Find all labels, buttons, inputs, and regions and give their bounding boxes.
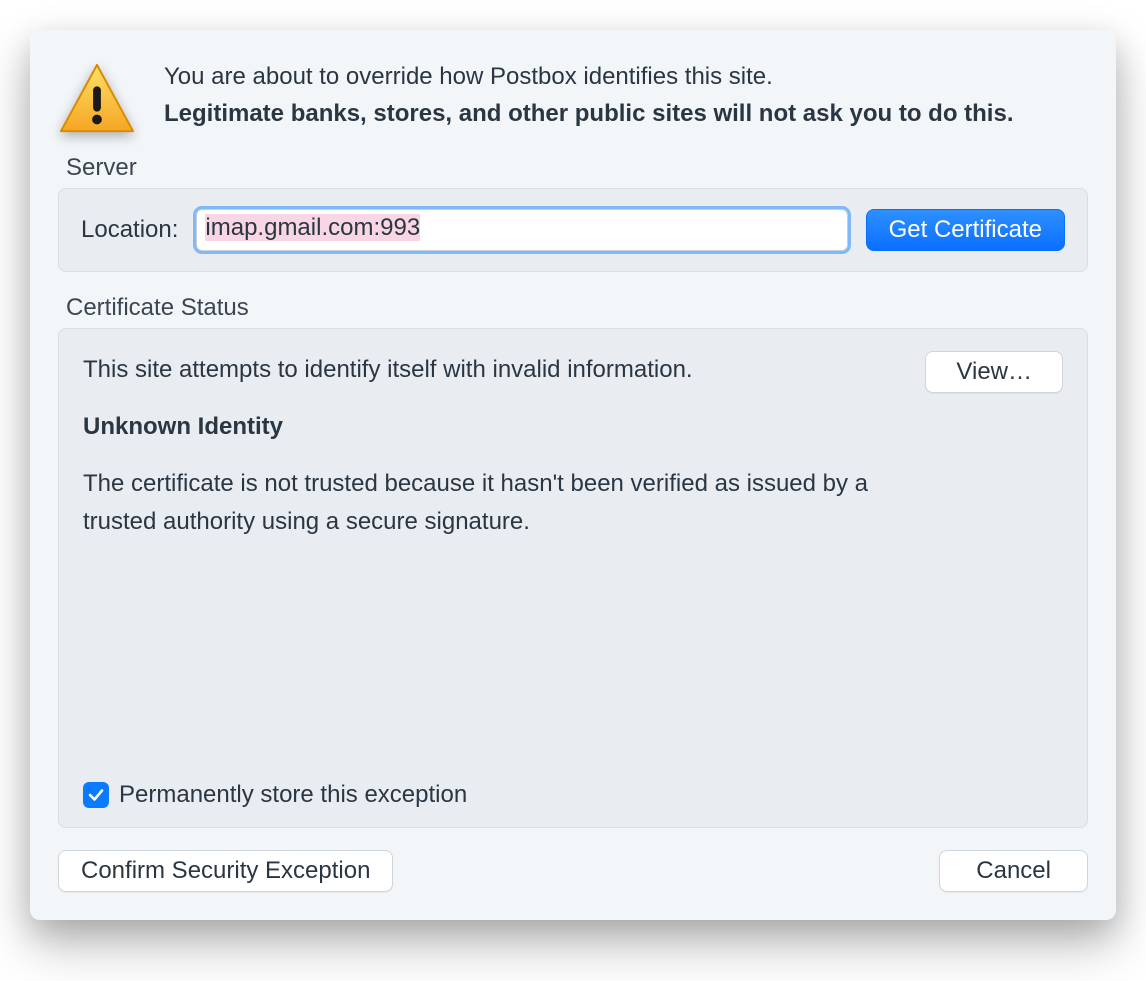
certificate-status-panel: This site attempts to identify itself wi…	[58, 328, 1088, 828]
header-line-1: You are about to override how Postbox id…	[164, 58, 1088, 95]
identity-detail: The certificate is not trusted because i…	[83, 465, 905, 539]
location-input[interactable]: imap.gmail.com:993	[196, 209, 847, 251]
security-exception-dialog: You are about to override how Postbox id…	[30, 30, 1116, 920]
warning-icon	[58, 62, 136, 136]
certificate-status-label: Certificate Status	[66, 294, 1088, 322]
get-certificate-button[interactable]: Get Certificate	[866, 209, 1065, 251]
header-line-2: Legitimate banks, stores, and other publ…	[164, 95, 1088, 132]
confirm-security-exception-button[interactable]: Confirm Security Exception	[58, 850, 393, 892]
permanently-store-label: Permanently store this exception	[119, 781, 467, 809]
check-icon	[87, 786, 105, 804]
header-text: You are about to override how Postbox id…	[164, 58, 1088, 132]
location-label: Location:	[81, 216, 178, 244]
identity-title: Unknown Identity	[83, 408, 905, 445]
permanently-store-checkbox[interactable]	[83, 782, 109, 808]
invalid-info-text: This site attempts to identify itself wi…	[83, 351, 905, 388]
view-certificate-button[interactable]: View…	[925, 351, 1063, 393]
server-panel: Location: imap.gmail.com:993 Get Certifi…	[58, 188, 1088, 272]
server-row: Location: imap.gmail.com:993 Get Certifi…	[81, 209, 1065, 251]
header-row: You are about to override how Postbox id…	[58, 58, 1088, 136]
cancel-button[interactable]: Cancel	[939, 850, 1088, 892]
server-section-label: Server	[66, 154, 1088, 182]
footer-row: Confirm Security Exception Cancel	[58, 850, 1088, 892]
